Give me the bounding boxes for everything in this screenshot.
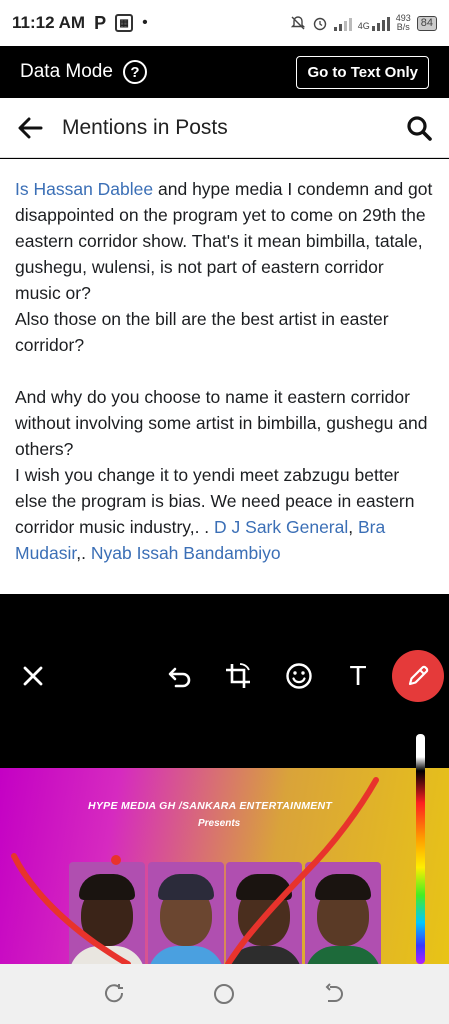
- post-paragraph-2: Also those on the bill are the best arti…: [15, 309, 389, 355]
- calendar-notification-icon: ▦: [115, 14, 134, 32]
- separator: ,.: [76, 543, 91, 563]
- drawing-strokes: [11, 777, 379, 964]
- go-to-text-only-button[interactable]: Go to Text Only: [296, 55, 429, 89]
- page-header: Mentions in Posts: [0, 98, 449, 158]
- data-mode-bar: Data Mode ? Go to Text Only: [0, 46, 449, 98]
- close-icon[interactable]: [16, 646, 50, 706]
- status-time: 11:12 AM: [12, 13, 86, 32]
- battery-level: 84: [420, 17, 433, 29]
- post-paragraph-1: Is Hassan Dablee and hype media I condem…: [15, 176, 434, 306]
- status-bar: 11:12 AM P ▦ • 4G 493 B/s 84: [0, 0, 449, 46]
- page-title: Mentions in Posts: [62, 115, 228, 139]
- mention-link[interactable]: Nyab Issah Bandambiyo: [91, 543, 281, 563]
- pencil-icon[interactable]: [392, 650, 444, 702]
- speed-unit: B/s: [396, 22, 410, 32]
- text-tool-icon[interactable]: T: [340, 646, 376, 706]
- emoji-icon[interactable]: [281, 646, 317, 706]
- network-speed: 493 B/s: [396, 14, 411, 32]
- pinterest-notification-icon: P: [94, 12, 107, 33]
- post-paragraph-3: And why do you choose to name it eastern…: [15, 387, 428, 459]
- post-body: Is Hassan Dablee and hype media I condem…: [0, 159, 449, 594]
- color-picker-slider[interactable]: [416, 734, 425, 964]
- poster-image: HYPE MEDIA GH /SANKARA ENTERTAINMENT Pre…: [0, 768, 449, 964]
- nav-back-icon[interactable]: [319, 979, 349, 1009]
- post-paragraph-4: I wish you change it to yendi meet zabzu…: [15, 462, 434, 566]
- alarm-icon: [313, 17, 326, 31]
- search-icon[interactable]: [405, 114, 433, 142]
- system-nav-bar: [0, 964, 449, 1024]
- editor-toolbar: T: [0, 646, 449, 706]
- more-notifications-dot-icon: •: [142, 14, 148, 31]
- data-mode-label: Data Mode: [20, 61, 113, 82]
- signal-sim2-icon: 4G: [358, 15, 390, 31]
- home-icon[interactable]: [209, 979, 239, 1009]
- separator: ,: [348, 517, 358, 537]
- network-type: 4G: [357, 21, 370, 31]
- recents-icon[interactable]: [100, 979, 130, 1009]
- mute-notifications-icon: [290, 16, 305, 30]
- mention-link[interactable]: D J Sark General: [214, 517, 348, 537]
- crop-rotate-icon[interactable]: [220, 646, 256, 706]
- undo-icon[interactable]: [162, 646, 198, 706]
- signal-sim1-icon: [333, 15, 352, 31]
- media-editor: T HYPE MEDIA GH /SANKARA ENTERTAINMENT P…: [0, 594, 449, 964]
- help-icon[interactable]: ?: [122, 60, 147, 84]
- arrow-left-icon[interactable]: [16, 114, 44, 142]
- battery-icon: 84: [416, 15, 437, 31]
- mention-link[interactable]: Is Hassan Dablee: [15, 179, 153, 199]
